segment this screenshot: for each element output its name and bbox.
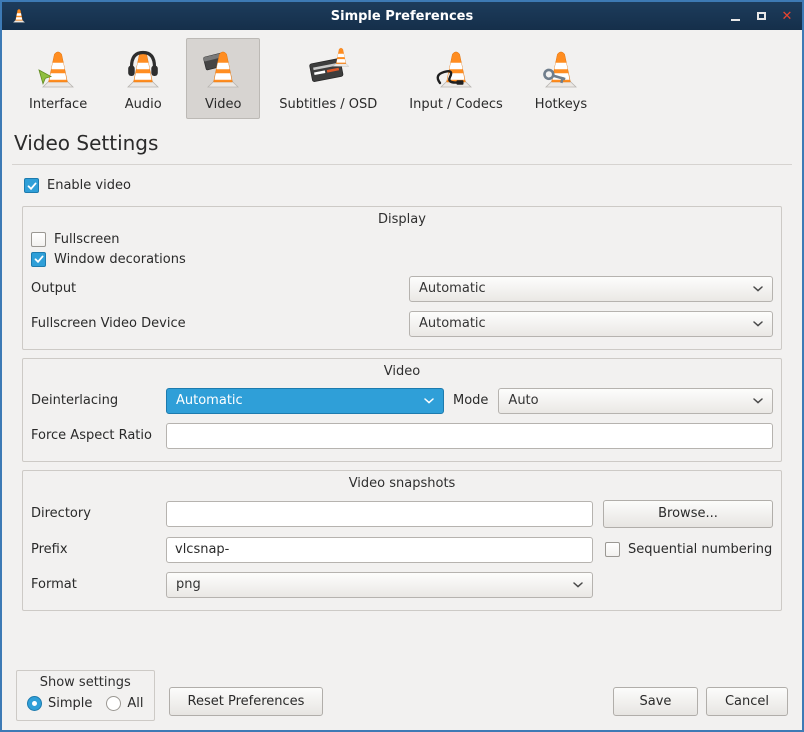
radio-simple[interactable]: Simple: [27, 696, 92, 711]
deinterlacing-select[interactable]: Automatic: [166, 388, 444, 414]
browse-button[interactable]: Browse...: [603, 500, 773, 528]
subtitles-icon: [304, 46, 352, 94]
checkbox-checked-icon: [31, 252, 46, 267]
titlebar: Simple Preferences ✕: [2, 2, 802, 30]
tab-subtitles-osd[interactable]: Subtitles / OSD: [266, 38, 390, 119]
preferences-window: Simple Preferences ✕ Interface Audio: [0, 0, 804, 732]
tab-input-codecs[interactable]: Input / Codecs: [396, 38, 516, 119]
input-codecs-icon: [432, 46, 480, 94]
fullscreen-checkbox[interactable]: Fullscreen: [31, 232, 119, 247]
chevron-down-icon: [416, 398, 434, 404]
fullscreen-device-row: Fullscreen Video Device Automatic: [31, 311, 773, 337]
force-aspect-ratio-row: Force Aspect Ratio: [31, 423, 773, 449]
tab-video[interactable]: Video: [186, 38, 260, 119]
tab-label: Video: [205, 97, 241, 112]
output-select[interactable]: Automatic: [409, 276, 773, 302]
deinterlacing-row: Deinterlacing Automatic Mode Auto: [31, 388, 773, 414]
output-row: Output Automatic: [31, 276, 773, 302]
prefix-label: Prefix: [31, 542, 166, 557]
checkbox-unchecked-icon: [31, 232, 46, 247]
video-group: Video Deinterlacing Automatic Mode Auto …: [22, 358, 782, 462]
mode-label: Mode: [453, 393, 488, 408]
category-toolbar: Interface Audio Video: [2, 30, 802, 123]
radio-selected-icon: [27, 696, 42, 711]
interface-icon: [34, 46, 82, 94]
checkbox-checked-icon: [24, 178, 39, 193]
page-title: Video Settings: [14, 131, 802, 155]
show-settings-group: Show settings Simple All: [16, 670, 155, 721]
window-decorations-label: Window decorations: [54, 252, 186, 267]
minimize-button[interactable]: [728, 9, 742, 23]
radio-simple-label: Simple: [48, 696, 92, 711]
enable-video-checkbox[interactable]: Enable video: [24, 178, 131, 193]
cancel-button[interactable]: Cancel: [706, 687, 788, 716]
tab-hotkeys[interactable]: Hotkeys: [522, 38, 600, 119]
snapshots-group-title: Video snapshots: [31, 476, 773, 491]
reset-preferences-button[interactable]: Reset Preferences: [169, 687, 324, 716]
close-button[interactable]: ✕: [780, 9, 794, 23]
format-row: Format png: [31, 572, 773, 598]
hotkeys-icon: [537, 46, 585, 94]
format-select-value: png: [176, 577, 565, 592]
deinterlacing-select-value: Automatic: [176, 393, 416, 408]
display-group-title: Display: [31, 212, 773, 227]
fullscreen-device-label: Fullscreen Video Device: [31, 316, 409, 331]
radio-all[interactable]: All: [106, 696, 143, 711]
maximize-button[interactable]: [754, 9, 768, 23]
radio-all-label: All: [127, 696, 143, 711]
force-aspect-ratio-label: Force Aspect Ratio: [31, 428, 166, 443]
video-icon: [199, 46, 247, 94]
sequential-numbering-checkbox[interactable]: Sequential numbering: [605, 542, 772, 557]
save-button[interactable]: Save: [613, 687, 698, 716]
audio-icon: [119, 46, 167, 94]
footer: Show settings Simple All Reset Preferenc…: [2, 670, 802, 730]
show-settings-title: Show settings: [27, 675, 144, 690]
video-snapshots-group: Video snapshots Directory Browse... Pref…: [22, 470, 782, 611]
chevron-down-icon: [745, 321, 763, 327]
tab-label: Audio: [125, 97, 162, 112]
format-select[interactable]: png: [166, 572, 593, 598]
tab-label: Hotkeys: [535, 97, 587, 112]
chevron-down-icon: [745, 286, 763, 292]
tab-label: Input / Codecs: [409, 97, 503, 112]
tab-audio[interactable]: Audio: [106, 38, 180, 119]
window-decorations-checkbox[interactable]: Window decorations: [31, 252, 186, 267]
video-group-title: Video: [31, 364, 773, 379]
radio-unselected-icon: [106, 696, 121, 711]
window-title: Simple Preferences: [2, 9, 802, 24]
heading-separator: [12, 164, 792, 165]
force-aspect-ratio-input[interactable]: [166, 423, 773, 449]
tab-label: Interface: [29, 97, 87, 112]
output-label: Output: [31, 281, 409, 296]
checkbox-unchecked-icon: [605, 542, 620, 557]
chevron-down-icon: [745, 398, 763, 404]
mode-select[interactable]: Auto: [498, 388, 773, 414]
directory-label: Directory: [31, 506, 166, 521]
prefix-input[interactable]: [166, 537, 593, 563]
directory-input[interactable]: [166, 501, 593, 527]
vlc-app-icon: [10, 6, 30, 26]
format-label: Format: [31, 577, 166, 592]
enable-video-label: Enable video: [47, 178, 131, 193]
tab-interface[interactable]: Interface: [16, 38, 100, 119]
mode-select-value: Auto: [508, 393, 745, 408]
deinterlacing-label: Deinterlacing: [31, 393, 166, 408]
fullscreen-label: Fullscreen: [54, 232, 119, 247]
display-group: Display Fullscreen Window decorations Ou…: [22, 206, 782, 350]
output-select-value: Automatic: [419, 281, 745, 296]
fullscreen-device-select-value: Automatic: [419, 316, 745, 331]
prefix-row: Prefix Sequential numbering: [31, 537, 773, 563]
directory-row: Directory Browse...: [31, 500, 773, 528]
chevron-down-icon: [565, 582, 583, 588]
sequential-numbering-label: Sequential numbering: [628, 542, 772, 557]
tab-label: Subtitles / OSD: [279, 97, 377, 112]
fullscreen-device-select[interactable]: Automatic: [409, 311, 773, 337]
